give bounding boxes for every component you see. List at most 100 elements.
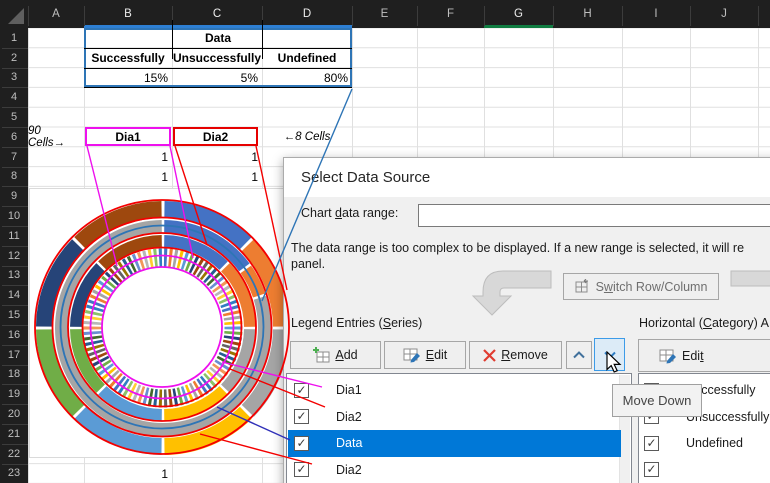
row-divider: [2, 424, 28, 425]
checkbox[interactable]: ✓: [644, 436, 659, 451]
legend-series-list[interactable]: ✓Dia1✓Dia2✓Data✓Dia2: [286, 373, 632, 483]
row-header-23[interactable]: 23: [0, 464, 28, 483]
column-header-F[interactable]: F: [417, 0, 484, 28]
move-down-tooltip: Move Down: [612, 384, 702, 417]
legend-series-Dia2[interactable]: ✓ Dia2: [288, 404, 621, 431]
legend-series-Dia1[interactable]: ✓ Dia1: [288, 377, 621, 404]
header-divider: [553, 6, 554, 26]
row-header-9[interactable]: 9: [0, 186, 28, 206]
legend-series-Data[interactable]: ✓Data: [288, 430, 621, 457]
cell-note-8cells[interactable]: ←8 Cells: [262, 127, 352, 146]
table-inner-border: [172, 20, 173, 59]
checkbox[interactable]: ✓: [644, 462, 659, 477]
row-header-15[interactable]: 15: [0, 305, 28, 325]
row-header-19[interactable]: 19: [0, 384, 28, 404]
row-divider: [2, 266, 28, 267]
row-header-6[interactable]: 6: [0, 127, 28, 147]
header-divider: [758, 6, 759, 26]
cell-dia1[interactable]: Dia1: [85, 127, 171, 146]
cell-c7[interactable]: 1: [172, 147, 258, 166]
edit-series-button[interactable]: Edit: [384, 341, 466, 369]
switch-row-column-button[interactable]: Switch Row/Column: [563, 273, 719, 300]
row-header-17[interactable]: 17: [0, 345, 28, 365]
move-down-button[interactable]: [594, 338, 625, 371]
switch-row-column-icon: [575, 279, 591, 294]
row-header-14[interactable]: 14: [0, 285, 28, 305]
add-label: Add: [335, 348, 357, 362]
legend-entries-label: Legend Entries (Series): [291, 316, 422, 330]
header-divider: [28, 6, 29, 26]
legend-series-label: Dia2: [336, 463, 362, 477]
row-header-12[interactable]: 12: [0, 246, 28, 266]
row-header-13[interactable]: 13: [0, 266, 28, 286]
row-divider: [2, 48, 28, 49]
row-divider: [2, 107, 28, 108]
add-icon: [313, 347, 330, 363]
chevron-down-icon: [602, 348, 618, 362]
remove-series-button[interactable]: Remove: [469, 341, 562, 369]
arrow-shaft-icon: [730, 270, 770, 288]
column-header-J[interactable]: J: [690, 0, 758, 28]
row-header-22[interactable]: 22: [0, 444, 28, 464]
checkbox[interactable]: ✓: [294, 383, 309, 398]
cell-b23[interactable]: 1: [84, 464, 168, 483]
chart-data-range-label: Chart data range:: [301, 206, 398, 220]
header-divider: [84, 6, 85, 26]
row-header-2[interactable]: 2: [0, 48, 28, 68]
row-header-1[interactable]: 1: [0, 28, 28, 48]
edit-categories-button[interactable]: Edit: [638, 339, 770, 372]
edit-categories-icon: [659, 348, 677, 364]
cell-note-90cells[interactable]: 90 Cells→: [28, 127, 80, 146]
row-divider: [2, 206, 28, 207]
category-blank-3[interactable]: ✓: [640, 457, 770, 483]
row-header-4[interactable]: 4: [0, 87, 28, 107]
select-data-source-dialog: Select Data Source Chart data range: The…: [283, 157, 770, 483]
chart-data-range-input[interactable]: [418, 204, 770, 227]
cell-dia2[interactable]: Dia2: [173, 127, 258, 146]
row-header-10[interactable]: 10: [0, 206, 28, 226]
column-header-H[interactable]: H: [553, 0, 622, 28]
doughnut-chart[interactable]: [29, 188, 297, 458]
move-up-button[interactable]: [566, 341, 592, 369]
checkbox[interactable]: ✓: [294, 409, 309, 424]
row-header-8[interactable]: 8: [0, 167, 28, 187]
select-all-corner[interactable]: [0, 0, 28, 28]
legend-series-label: Dia2: [336, 410, 362, 424]
column-header-E[interactable]: E: [352, 0, 417, 28]
table-inner-border: [84, 48, 352, 49]
row-divider: [2, 68, 28, 69]
column-header-I[interactable]: I: [622, 0, 690, 28]
header-divider: [417, 6, 418, 26]
column-header-A[interactable]: A: [28, 0, 84, 28]
excel-window: ABCDEFGHIJ 12345678910111213141516171819…: [0, 0, 770, 483]
warning-text-line1: The data range is too complex to be disp…: [291, 241, 744, 255]
row-header-11[interactable]: 11: [0, 226, 28, 246]
cell-b8[interactable]: 1: [84, 167, 168, 186]
cell-c8[interactable]: 1: [172, 167, 258, 186]
table-inner-border: [262, 20, 263, 59]
row-header-3[interactable]: 3: [0, 68, 28, 88]
row-divider: [2, 87, 28, 88]
chevron-up-icon: [571, 348, 587, 362]
row-header-5[interactable]: 5: [0, 107, 28, 127]
row-header-16[interactable]: 16: [0, 325, 28, 345]
category-Undefined[interactable]: ✓Undefined: [640, 430, 770, 457]
row-header-21[interactable]: 21: [0, 424, 28, 444]
row-header-7[interactable]: 7: [0, 147, 28, 167]
add-series-button[interactable]: Add: [290, 341, 381, 369]
row-header-20[interactable]: 20: [0, 404, 28, 424]
row-header-18[interactable]: 18: [0, 365, 28, 385]
table-inner-border: [84, 68, 352, 69]
checkbox[interactable]: ✓: [294, 436, 309, 451]
switch-row-column-label: Switch Row/Column: [596, 280, 708, 294]
checkbox[interactable]: ✓: [294, 462, 309, 477]
remove-icon: [483, 349, 496, 362]
header-divider: [352, 6, 353, 26]
cell-b7[interactable]: 1: [84, 147, 168, 166]
legend-series-Dia2[interactable]: ✓ Dia2: [288, 457, 621, 483]
legend-series-label: Dia1: [336, 383, 362, 397]
dialog-title: Select Data Source: [284, 158, 770, 197]
edit-icon: [403, 347, 421, 363]
row-divider: [2, 345, 28, 346]
edit-categories-label: Edit: [682, 349, 704, 363]
